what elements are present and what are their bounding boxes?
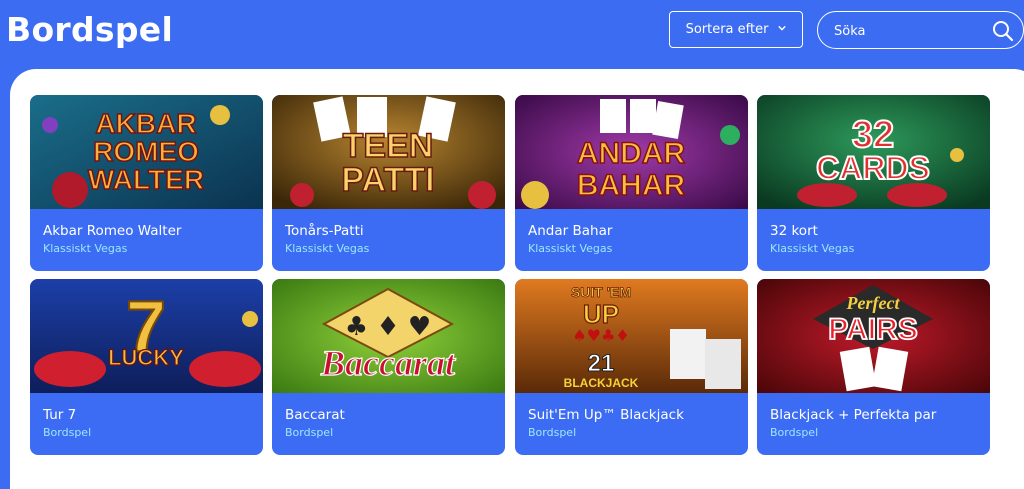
art-text: Baccarat [320,343,456,383]
search-icon[interactable] [991,19,1015,43]
search-box [817,11,1024,49]
art-text: BLACKJACK [564,376,639,390]
art-text: SUIT 'EM [571,284,631,300]
game-title: Akbar Romeo Walter [43,223,182,239]
game-title: Tur 7 [43,407,77,423]
art-text: UP [583,299,619,329]
svg-text:♣ ♦ ♥: ♣ ♦ ♥ [345,312,431,342]
art-text: TEEN [343,127,434,165]
art-text: WALTER [88,164,204,195]
art-text: ANDAR [577,137,686,170]
game-category[interactable]: Klassiskt Vegas [770,242,854,255]
game-title: Baccarat [285,407,345,423]
game-category[interactable]: Bordspel [528,426,576,439]
art-text: 21 [588,350,615,377]
game-thumbnail: TEEN PATTI [272,95,505,209]
sort-label: Sortera efter [685,22,769,37]
art-text: ROMEO [93,136,199,167]
game-title: 32 kort [770,223,818,239]
game-card[interactable]: Perfect PAIRS Blackjack + Perfekta par B… [757,279,990,455]
art-text: AKBAR [95,108,196,139]
game-thumbnail: ANDAR BAHAR [515,95,748,209]
game-category[interactable]: Klassiskt Vegas [528,242,612,255]
game-title: Suit'Em Up™ Blackjack [528,407,684,423]
search-input[interactable] [832,20,986,42]
art-text: CARDS [816,150,930,186]
game-card[interactable]: ♣ ♦ ♥ Baccarat Baccarat Bordspel [272,279,505,455]
svg-text:♠♥♣♦: ♠♥♣♦ [572,326,629,345]
game-category[interactable]: Klassiskt Vegas [285,242,369,255]
game-card[interactable]: 32 CARDS 32 kort Klassiskt Vegas [757,95,990,271]
page-title: Bordspel [6,10,174,49]
game-thumbnail: ♣ ♦ ♥ Baccarat [272,279,505,393]
game-card[interactable]: SUIT 'EM UP ♠♥♣♦ 21 BLACKJACK Suit'Em Up… [515,279,748,455]
game-title: Tonårs-Patti [285,223,364,239]
game-card[interactable]: AKBAR ROMEO WALTER Akbar Romeo Walter Kl… [30,95,263,271]
game-card[interactable]: 7 LUCKY Tur 7 Bordspel [30,279,263,455]
art-text: BAHAR [577,169,686,202]
game-thumbnail: 7 LUCKY [30,279,263,393]
game-category[interactable]: Klassiskt Vegas [43,242,127,255]
art-text: Perfect [846,293,901,313]
art-text: PAIRS [828,313,917,346]
game-card[interactable]: TEEN PATTI Tonårs-Patti Klassiskt Vegas [272,95,505,271]
sort-dropdown[interactable]: Sortera efter [669,11,803,48]
game-thumbnail: SUIT 'EM UP ♠♥♣♦ 21 BLACKJACK [515,279,748,393]
game-thumbnail: Perfect PAIRS [757,279,990,393]
art-text: LUCKY [108,345,184,370]
game-card[interactable]: ANDAR BAHAR Andar Bahar Klassiskt Vegas [515,95,748,271]
game-thumbnail: 32 CARDS [757,95,990,209]
game-title: Andar Bahar [528,223,613,239]
art-text: PATTI [341,161,434,199]
chevron-down-icon [778,25,787,31]
header: Bordspel Sortera efter [0,0,1024,70]
game-category[interactable]: Bordspel [43,426,91,439]
game-title: Blackjack + Perfekta par [770,407,937,423]
game-thumbnail: AKBAR ROMEO WALTER [30,95,263,209]
game-category[interactable]: Bordspel [285,426,333,439]
game-category[interactable]: Bordspel [770,426,818,439]
